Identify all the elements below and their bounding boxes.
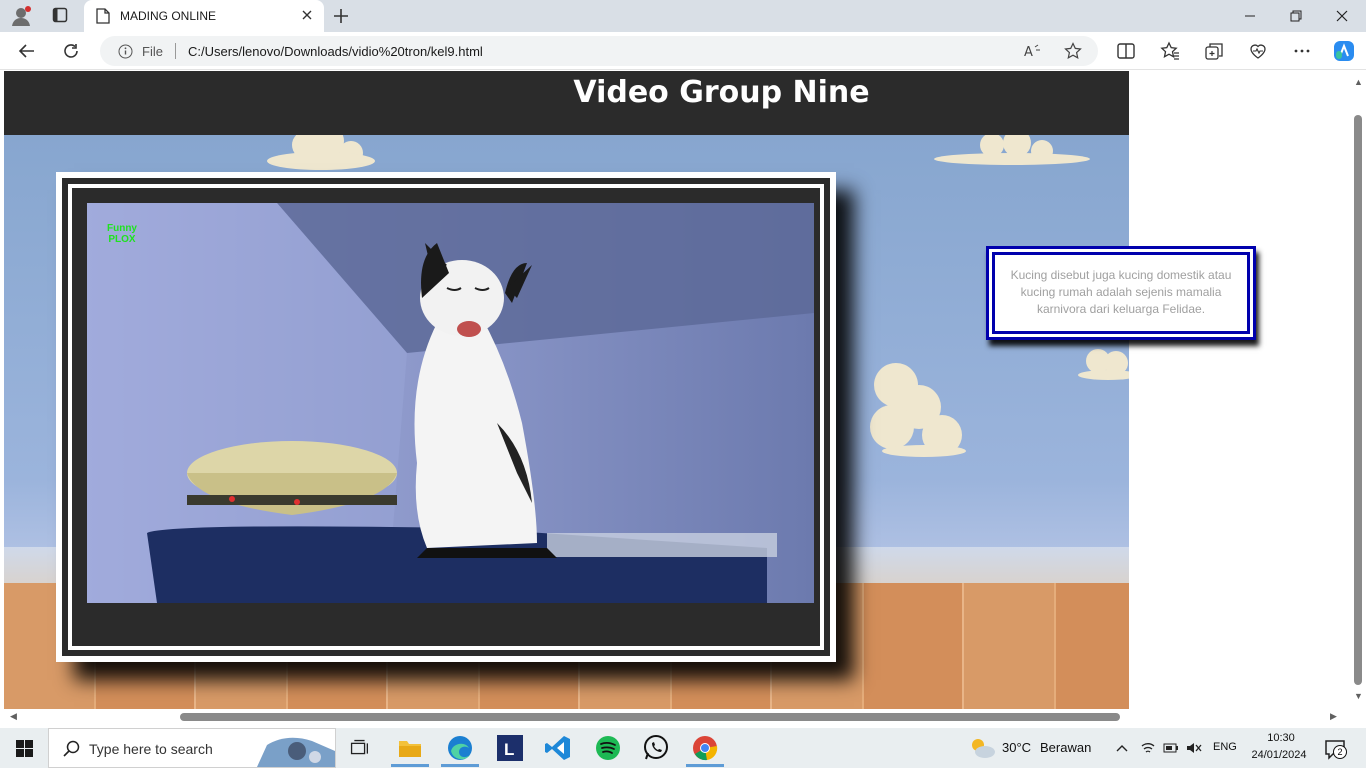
tab-actions-icon[interactable] — [52, 7, 68, 23]
weather-temperature[interactable]: 30°C — [1002, 740, 1031, 755]
cloud-decoration — [934, 135, 1090, 165]
video-player[interactable]: Funny PLOX — [87, 203, 814, 603]
scroll-down-icon[interactable]: ▼ — [1354, 691, 1363, 701]
svg-text:L: L — [504, 740, 514, 759]
frame-border: Funny PLOX — [72, 188, 820, 646]
browser-essentials-icon[interactable] — [1248, 41, 1268, 61]
split-screen-icon[interactable] — [1116, 41, 1136, 61]
search-highlight-image-icon — [257, 731, 335, 767]
windows-start-icon[interactable] — [16, 740, 33, 757]
video-frame: Funny PLOX — [56, 172, 836, 662]
minimize-icon[interactable] — [1242, 8, 1258, 24]
page-header: Video Group Nine — [4, 71, 1129, 135]
taskbar-search[interactable]: Type here to search — [48, 728, 336, 768]
toolbar: File C:/Users/lenovo/Downloads/vidio%20t… — [0, 32, 1366, 70]
active-app-indicator — [686, 764, 724, 767]
scrollbar-thumb[interactable] — [180, 713, 1120, 721]
active-app-indicator — [441, 764, 479, 767]
clock-date[interactable]: 24/01/2024 — [1244, 749, 1314, 761]
tab-strip: MADING ONLINE — [0, 0, 1366, 32]
close-window-icon[interactable] — [1334, 8, 1350, 24]
new-tab-icon[interactable] — [332, 7, 350, 25]
scroll-left-icon[interactable]: ◀ — [10, 711, 17, 722]
frame-border: Funny PLOX — [68, 184, 824, 650]
info-icon[interactable] — [118, 44, 133, 59]
weather-description[interactable]: Berawan — [1040, 740, 1091, 755]
cloud-decoration — [870, 363, 966, 457]
profile-avatar-icon[interactable] — [10, 5, 32, 27]
back-arrow-icon[interactable] — [18, 42, 36, 60]
network-icon[interactable] — [1140, 740, 1156, 756]
task-view-icon[interactable] — [346, 734, 372, 762]
cloud-decoration — [1078, 349, 1129, 380]
battery-icon[interactable] — [1163, 740, 1179, 756]
frame-border: Funny PLOX — [62, 178, 830, 656]
chevron-up-icon[interactable] — [1114, 740, 1130, 756]
info-text: Kucing disebut juga kucing domestik atau… — [992, 252, 1250, 334]
search-placeholder: Type here to search — [89, 741, 213, 757]
vscode-icon[interactable] — [544, 734, 572, 762]
volume-muted-icon[interactable] — [1186, 740, 1202, 756]
page-viewport: Video Group Nine Funny PLOX Kucing diseb… — [4, 71, 1350, 709]
reload-icon[interactable] — [62, 42, 80, 60]
collections-icon[interactable] — [1204, 41, 1224, 61]
page-icon — [96, 8, 110, 24]
url-text[interactable]: C:/Users/lenovo/Downloads/vidio%20tron/k… — [188, 44, 483, 59]
video-watermark: Funny PLOX — [107, 223, 137, 245]
restore-icon[interactable] — [1288, 8, 1304, 24]
vertical-scrollbar[interactable]: ▲ ▼ — [1350, 71, 1366, 709]
info-card: Kucing disebut juga kucing domestik atau… — [986, 246, 1256, 340]
favorites-icon[interactable] — [1160, 41, 1180, 61]
scroll-up-icon[interactable]: ▲ — [1354, 77, 1363, 87]
address-bar[interactable]: File C:/Users/lenovo/Downloads/vidio%20t… — [100, 36, 1098, 66]
cloud-decoration — [267, 135, 375, 170]
scroll-right-icon[interactable]: ▶ — [1330, 711, 1337, 722]
page-title: Video Group Nine — [573, 75, 870, 110]
more-icon[interactable] — [1292, 41, 1312, 61]
l-app-icon[interactable]: L — [496, 734, 524, 762]
video-frame-image — [87, 203, 814, 603]
spotify-icon[interactable] — [594, 734, 622, 762]
clock-time[interactable]: 10:30 — [1256, 732, 1306, 744]
tab-title: MADING ONLINE — [120, 9, 217, 23]
search-icon — [63, 740, 80, 757]
file-label: File — [142, 44, 163, 59]
favorite-star-icon[interactable] — [1064, 42, 1082, 60]
svg-text:A: A — [1024, 45, 1033, 59]
divider — [175, 43, 176, 59]
close-tab-icon[interactable] — [300, 8, 314, 22]
language-indicator[interactable]: ENG — [1213, 741, 1237, 753]
cloudy-weather-icon[interactable] — [968, 736, 996, 760]
copilot-icon[interactable] — [1332, 39, 1356, 63]
watermark-line: Funny — [107, 223, 137, 234]
edge-icon[interactable] — [446, 734, 474, 762]
notification-count: 2 — [1333, 745, 1347, 759]
read-aloud-icon[interactable]: A — [1024, 43, 1042, 59]
chrome-icon[interactable] — [691, 734, 719, 762]
taskbar: Type here to search L 30°C Berawan ENG 1… — [0, 728, 1366, 768]
horizontal-scrollbar[interactable]: ◀ ▶ — [0, 709, 1350, 725]
active-app-indicator — [391, 764, 429, 767]
file-explorer-icon[interactable] — [396, 734, 424, 762]
watermark-line: PLOX — [108, 234, 136, 245]
scrollbar-thumb[interactable] — [1354, 115, 1362, 685]
tab-active[interactable]: MADING ONLINE — [84, 0, 324, 32]
whatsapp-icon[interactable] — [642, 734, 670, 762]
